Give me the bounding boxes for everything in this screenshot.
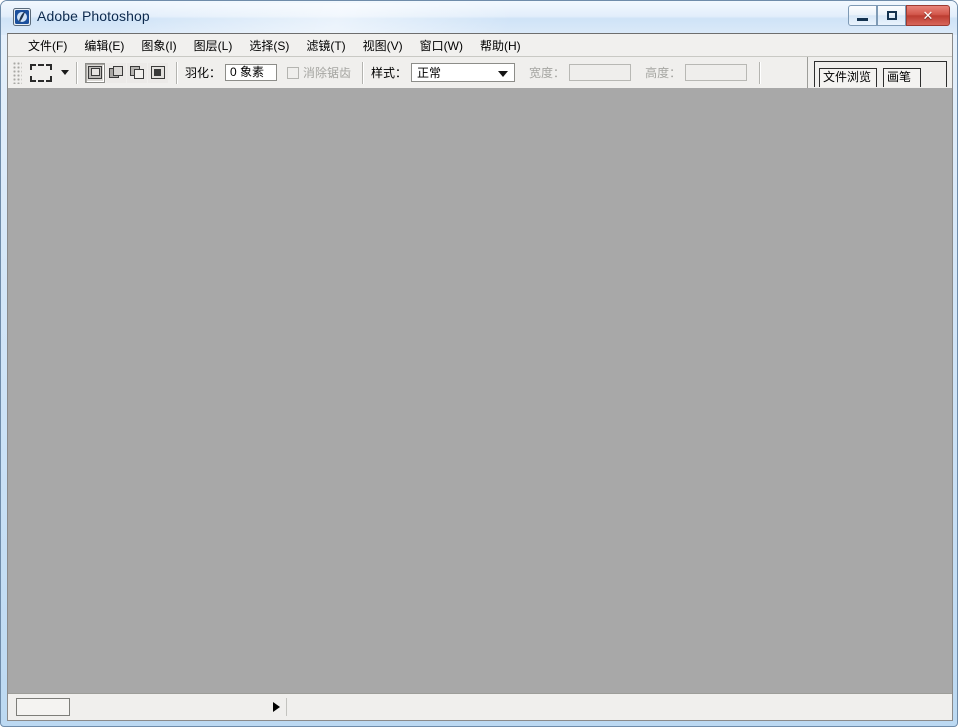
chevron-down-icon[interactable] xyxy=(61,70,69,75)
new-selection-icon xyxy=(87,65,103,80)
status-info-text xyxy=(74,698,287,716)
right-triangle-icon[interactable] xyxy=(273,702,280,712)
close-icon: ✕ xyxy=(922,7,934,23)
width-label: 宽度： xyxy=(529,66,566,80)
menu-item-edit[interactable]: 编辑(E) xyxy=(76,34,133,57)
width-input[interactable] xyxy=(569,64,632,81)
subtract-from-selection-icon xyxy=(129,65,145,80)
menu-item-layer[interactable]: 图层(L) xyxy=(186,34,242,57)
palette-tab-label: 画笔 xyxy=(887,70,912,84)
options-separator-3 xyxy=(362,61,365,84)
minimize-button[interactable] xyxy=(848,5,877,26)
photoshop-icon xyxy=(13,8,31,26)
add-to-selection-button[interactable] xyxy=(106,62,126,83)
add-to-selection-icon xyxy=(108,65,124,80)
rectangular-marquee-icon xyxy=(30,63,52,82)
style-select-value: 正常 xyxy=(417,66,442,80)
zoom-level-field[interactable] xyxy=(16,698,70,716)
options-separator-2 xyxy=(176,61,178,84)
height-label: 高度： xyxy=(645,66,682,80)
options-separator-1 xyxy=(76,61,78,84)
menu-bar: 文件(F) 编辑(E) 图象(I) 图层(L) 选择(S) 滤镜(T) 视图(V… xyxy=(8,34,952,57)
palette-tab-file-browser[interactable]: 文件浏览 xyxy=(819,68,877,87)
title-bar[interactable]: Adobe Photoshop ✕ xyxy=(1,1,958,33)
new-selection-button[interactable] xyxy=(85,62,105,83)
close-button[interactable]: ✕ xyxy=(906,5,950,26)
menu-item-image[interactable]: 图象(I) xyxy=(133,34,185,57)
anti-alias-checkbox-group[interactable]: 消除锯齿 xyxy=(287,64,355,81)
intersect-with-selection-button[interactable] xyxy=(148,62,168,83)
menu-item-filter[interactable]: 滤镜(T) xyxy=(298,34,354,57)
chevron-down-icon xyxy=(498,71,509,77)
selection-mode-group xyxy=(85,62,169,83)
menu-item-help[interactable]: 帮助(H) xyxy=(472,34,530,57)
tab-slant-edge xyxy=(919,68,931,87)
maximize-icon xyxy=(878,6,905,25)
style-select[interactable]: 正常 xyxy=(411,63,516,82)
menu-item-select[interactable]: 选择(S) xyxy=(241,34,298,57)
anti-alias-checkbox[interactable] xyxy=(287,66,300,79)
feather-label: 羽化： xyxy=(185,66,222,80)
options-bar-drag-grip[interactable] xyxy=(13,61,22,84)
maximize-button[interactable] xyxy=(877,5,906,26)
palette-well-dock: 文件浏览 画笔 xyxy=(814,61,947,87)
style-label: 样式： xyxy=(371,66,408,80)
menu-item-view[interactable]: 视图(V) xyxy=(355,34,412,57)
tool-options-bar: 羽化： 0 象素 消除锯齿 样式： 正常 宽度： 高度： 文件浏览 画笔 xyxy=(8,57,952,89)
photoshop-application-window: Adobe Photoshop ✕ 文件(F) 编辑(E) 图象(I) 图层(L… xyxy=(0,0,958,727)
menu-item-file[interactable]: 文件(F) xyxy=(20,34,76,57)
application-client-area: 文件(F) 编辑(E) 图象(I) 图层(L) 选择(S) 滤镜(T) 视图(V… xyxy=(7,33,953,721)
status-bar-spacer xyxy=(287,698,942,716)
palette-tab-label: 文件浏览 xyxy=(823,70,872,84)
window-title: Adobe Photoshop xyxy=(37,8,150,24)
minimize-icon xyxy=(849,6,876,25)
tool-preset-picker[interactable] xyxy=(30,63,69,82)
menu-item-window[interactable]: 窗口(W) xyxy=(412,34,472,57)
height-input[interactable] xyxy=(685,64,748,81)
palette-tab-brushes[interactable]: 画笔 xyxy=(883,68,921,87)
status-bar xyxy=(8,693,952,720)
palette-well: 文件浏览 画笔 xyxy=(807,57,952,88)
intersect-with-selection-icon xyxy=(151,66,165,79)
anti-alias-label: 消除锯齿 xyxy=(303,66,352,80)
feather-input[interactable]: 0 象素 xyxy=(225,64,278,81)
options-separator-4 xyxy=(759,61,762,84)
subtract-from-selection-button[interactable] xyxy=(127,62,147,83)
document-workspace[interactable] xyxy=(8,88,952,694)
